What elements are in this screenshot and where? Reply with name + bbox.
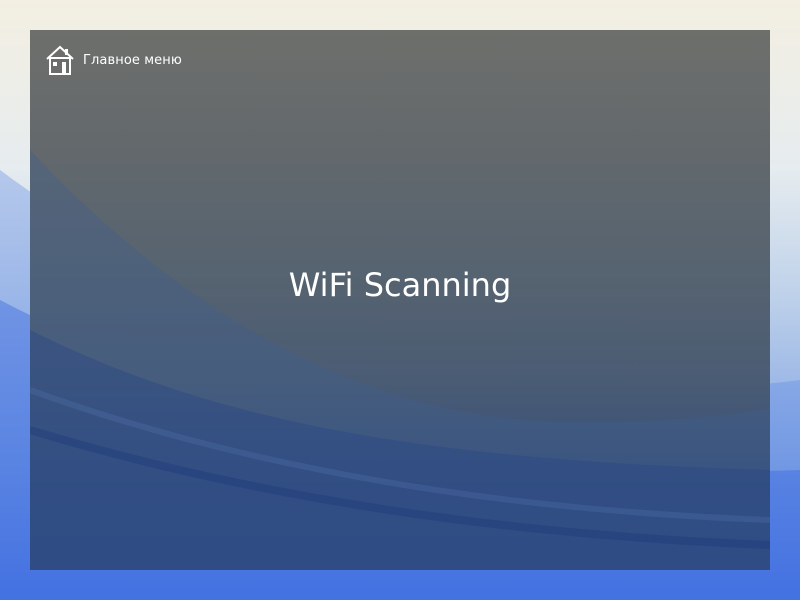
house-icon xyxy=(45,44,75,76)
page-title: WiFi Scanning xyxy=(288,266,512,304)
main-menu-link[interactable]: Главное меню xyxy=(45,44,182,76)
app-window: Главное меню WiFi Scanning xyxy=(30,30,770,570)
main-menu-label: Главное меню xyxy=(83,52,182,68)
